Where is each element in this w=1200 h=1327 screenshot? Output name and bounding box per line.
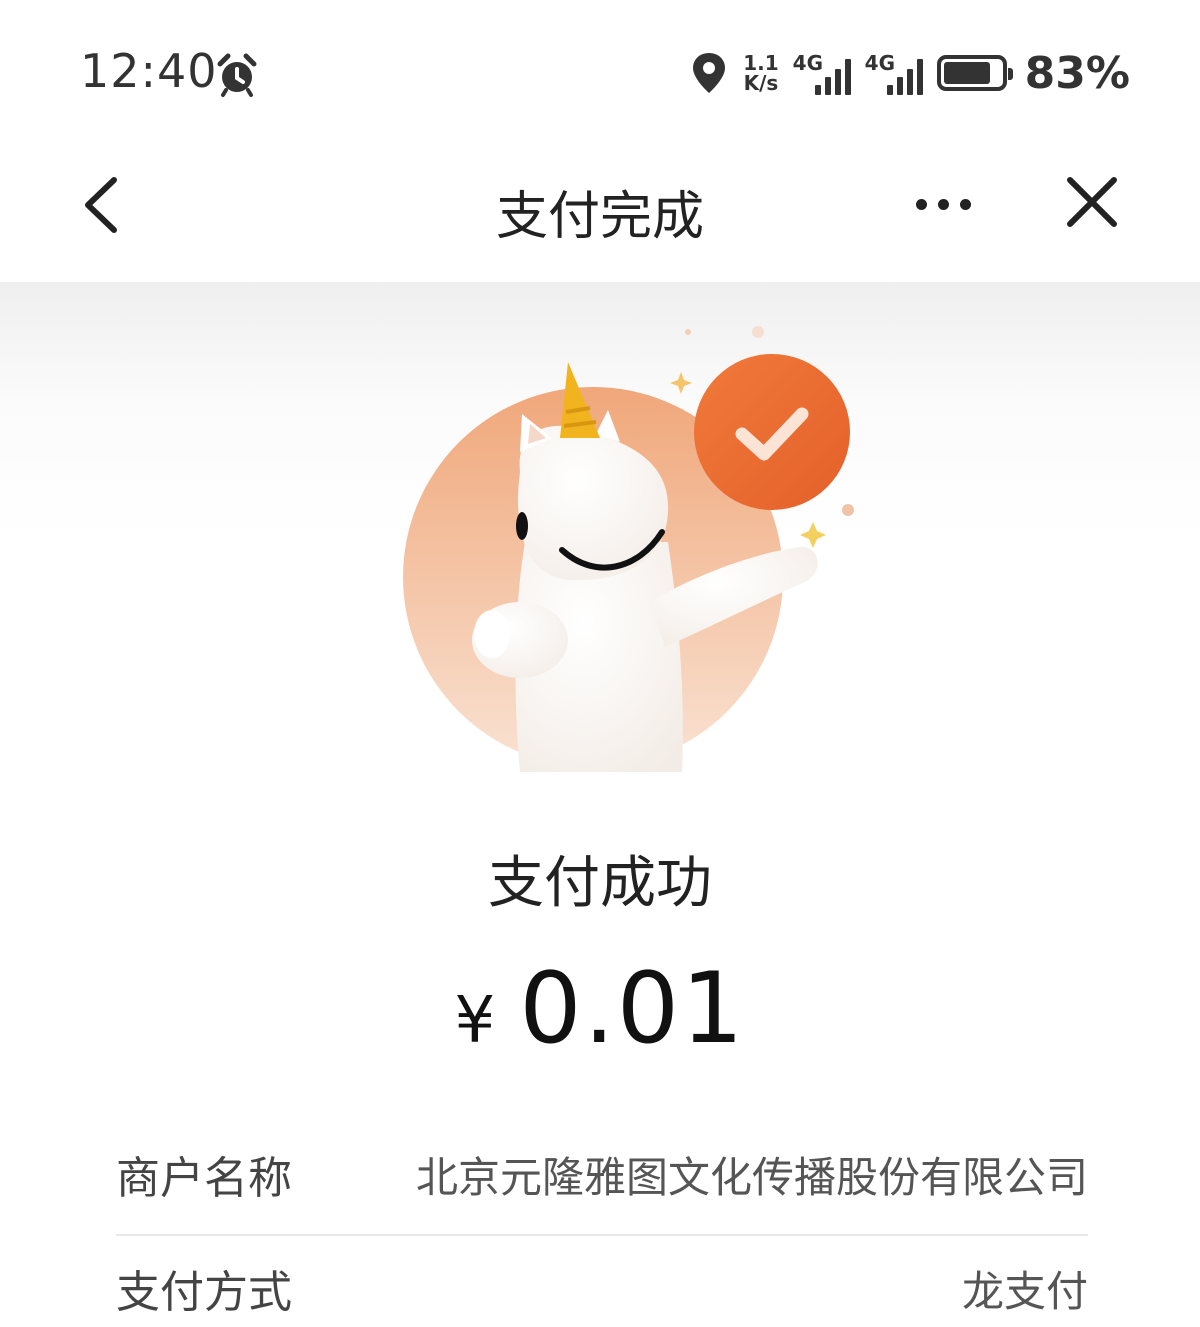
unicorn-mascot-illustration [403, 326, 854, 772]
battery-fill [943, 62, 991, 84]
amount-value: 0.01 [519, 952, 746, 1066]
payment-status-title: 支付成功 [488, 851, 712, 916]
merchant-label: 商户名称 [116, 1153, 292, 1204]
status-indicators: 1.1 K/s 4G 4G 83% [689, 47, 1130, 99]
payment-result-panel: 支付成功 ¥0.01 商户名称 北京元隆雅图文化传播股份有限公司 支付方式 龙支… [0, 282, 1200, 1327]
status-bar: 12:40 1.1 K/s 4G 4G 83% [0, 0, 1200, 150]
signal-icon-sim2: 4G [865, 51, 923, 95]
payment-method-row: 支付方式 龙支付 [116, 1238, 1088, 1327]
more-icon[interactable] [916, 190, 972, 218]
battery-percent: 83% [1024, 47, 1130, 99]
network-type-label: 4G [792, 51, 824, 75]
battery-icon [936, 55, 1013, 91]
currency-symbol: ¥ [454, 984, 496, 1058]
merchant-row: 商户名称 北京元隆雅图文化传播股份有限公司 [116, 1124, 1088, 1224]
alarm-icon [217, 53, 257, 97]
payment-amount: ¥0.01 [0, 952, 1200, 1066]
signal-icon-sim1: 4G [793, 51, 851, 95]
network-speed: 1.1 K/s [743, 53, 778, 93]
network-type-label: 4G [864, 51, 896, 75]
page-title: 支付完成 [495, 187, 704, 247]
location-icon [693, 53, 726, 93]
merchant-value: 北京元隆雅图文化传播股份有限公司 [415, 1152, 1088, 1202]
divider [116, 1234, 1088, 1236]
payment-method-value: 龙支付 [961, 1266, 1088, 1316]
close-icon[interactable] [1064, 174, 1120, 230]
payment-method-label: 支付方式 [116, 1267, 292, 1318]
network-speed-unit: K/s [743, 71, 779, 95]
nav-bar: 支付完成 [0, 150, 1200, 282]
status-time: 12:40 [80, 44, 218, 98]
network-speed-value: 1.1 [743, 51, 779, 75]
